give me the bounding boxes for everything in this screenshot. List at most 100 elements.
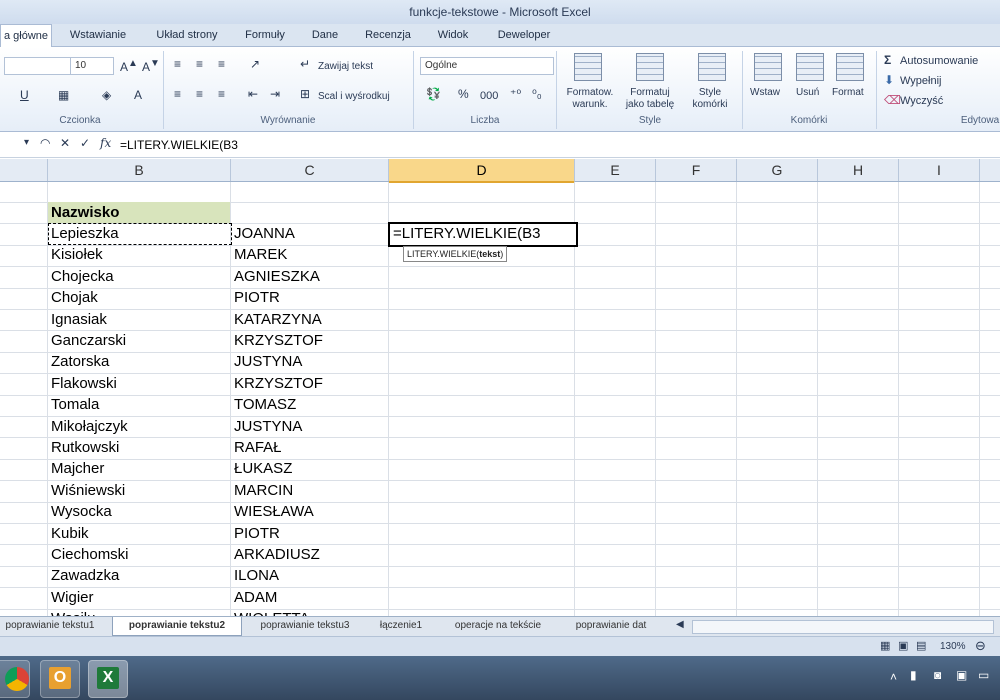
tab-developer[interactable]: Deweloper bbox=[488, 24, 560, 46]
cell-firstname[interactable]: TOMASZ bbox=[234, 394, 296, 415]
cell-firstname[interactable]: PIOTR bbox=[234, 287, 280, 308]
cell-surname[interactable]: Wiśniewski bbox=[51, 480, 125, 501]
scroll-left-icon[interactable]: ◀ bbox=[676, 619, 684, 630]
cell-styles-icon[interactable] bbox=[698, 53, 726, 81]
sheet-tab-3[interactable]: poprawianie tekstu3 bbox=[250, 617, 360, 635]
insert-cells-button[interactable]: Wstaw bbox=[750, 87, 780, 98]
currency-icon[interactable]: 💱 bbox=[426, 87, 441, 101]
cell-surname[interactable]: Ciechomski bbox=[51, 544, 129, 565]
thousands-button[interactable]: 000 bbox=[480, 90, 498, 102]
merge-center-button[interactable]: Scal i wyśrodkuj bbox=[318, 91, 390, 102]
column-header-e[interactable]: E bbox=[575, 159, 656, 181]
horizontal-scrollbar[interactable] bbox=[692, 620, 994, 634]
cell-surname[interactable]: Majcher bbox=[51, 458, 104, 479]
chrome-icon[interactable] bbox=[0, 660, 30, 698]
zoom-out-icon[interactable]: ⊖ bbox=[975, 638, 986, 654]
cell-surname[interactable]: Flakowski bbox=[51, 373, 117, 394]
column-header-b[interactable]: B bbox=[48, 159, 231, 181]
tab-insert[interactable]: Wstawianie bbox=[56, 24, 140, 46]
cell-surname[interactable]: Wysocka bbox=[51, 501, 112, 522]
number-format-combo[interactable]: Ogólne bbox=[420, 57, 554, 75]
format-table-icon[interactable] bbox=[636, 53, 664, 81]
fill-button[interactable]: Wypełnij bbox=[900, 75, 941, 87]
cell-firstname[interactable]: KRZYSZTOF bbox=[234, 373, 323, 394]
column-header-h[interactable]: H bbox=[818, 159, 899, 181]
cell-firstname[interactable]: ARKADIUSZ bbox=[234, 544, 320, 565]
cell-surname[interactable]: Kisiołek bbox=[51, 244, 103, 265]
page-break-view-icon[interactable]: ▤ bbox=[916, 639, 926, 652]
cell-firstname[interactable]: RAFAŁ bbox=[234, 437, 282, 458]
cell-surname[interactable]: Zatorska bbox=[51, 351, 109, 372]
sheet-tab-2[interactable]: poprawianie tekstu2 bbox=[112, 617, 242, 636]
align-center-icon[interactable]: ≡ bbox=[196, 87, 203, 101]
cell-surname[interactable]: Ganczarski bbox=[51, 330, 126, 351]
worksheet-grid[interactable]: Nazwisko Lepieszka JOANNA Kisiołek MAREK Cho… bbox=[0, 182, 1000, 616]
cell-firstname[interactable]: ŁUKASZ bbox=[234, 458, 292, 479]
conditional-format-icon[interactable] bbox=[574, 53, 602, 81]
clear-button[interactable]: Wyczyść bbox=[900, 95, 943, 107]
cell-firstname[interactable]: KATARZYNA bbox=[234, 309, 322, 330]
cell-surname[interactable]: Wasilu bbox=[51, 608, 95, 616]
delete-cells-icon[interactable] bbox=[796, 53, 824, 81]
row-header-corner[interactable] bbox=[0, 159, 48, 181]
cell-surname[interactable]: Rutkowski bbox=[51, 437, 119, 458]
tab-page-layout[interactable]: Układ strony bbox=[144, 24, 230, 46]
tray-network-icon[interactable]: ▮ bbox=[910, 668, 917, 682]
cell-surname[interactable]: Chojak bbox=[51, 287, 98, 308]
grow-font-icon[interactable]: A▲ bbox=[120, 58, 138, 74]
cell-firstname[interactable]: JOANNA bbox=[234, 223, 295, 244]
outlook-icon[interactable]: O bbox=[40, 660, 80, 698]
fill-icon[interactable]: ⬇ bbox=[884, 73, 894, 87]
formula-input[interactable]: =LITERY.WIELKIE(B3 bbox=[120, 133, 238, 157]
cell-surname[interactable]: Zawadzka bbox=[51, 565, 119, 586]
cell-firstname[interactable]: PIOTR bbox=[234, 523, 280, 544]
column-header-d[interactable]: D bbox=[389, 159, 575, 183]
cell-surname[interactable]: Wigier bbox=[51, 587, 94, 608]
header-cell-nazwisko[interactable]: Nazwisko bbox=[51, 202, 119, 223]
sheet-tab-5[interactable]: operacje na tekście bbox=[442, 617, 554, 635]
wrap-text-button[interactable]: Zawijaj tekst bbox=[318, 61, 373, 72]
font-size-combo[interactable]: 10 bbox=[70, 57, 114, 75]
orientation-icon[interactable]: ↗ bbox=[250, 57, 260, 71]
format-cells-button[interactable]: Format bbox=[832, 87, 864, 98]
cell-firstname[interactable]: JUSTYNA bbox=[234, 351, 302, 372]
cell-surname[interactable]: Mikołajczyk bbox=[51, 416, 128, 437]
cell-firstname[interactable]: MAREK bbox=[234, 244, 287, 265]
active-cell-d3[interactable]: =LITERY.WIELKIE(B3 bbox=[388, 222, 578, 247]
format-cells-icon[interactable] bbox=[836, 53, 864, 81]
cell-styles-button[interactable]: Style komórki bbox=[682, 87, 738, 111]
cell-firstname[interactable]: ILONA bbox=[234, 565, 279, 586]
cell-firstname[interactable]: ADAM bbox=[234, 587, 277, 608]
align-middle-icon[interactable]: ≡ bbox=[196, 57, 203, 71]
cell-surname[interactable]: Tomala bbox=[51, 394, 99, 415]
cancel-icon[interactable]: ✕ bbox=[60, 136, 70, 150]
cell-surname[interactable]: Chojecka bbox=[51, 266, 114, 287]
wrap-text-icon[interactable]: ↵ bbox=[300, 57, 310, 71]
cell-firstname[interactable]: AGNIESZKA bbox=[234, 266, 320, 287]
increase-decimal-icon[interactable]: ⁺⁰ bbox=[510, 87, 521, 101]
tab-home[interactable]: a główne bbox=[0, 24, 52, 48]
tab-view[interactable]: Widok bbox=[426, 24, 480, 46]
sheet-tab-1[interactable]: poprawianie tekstu1 bbox=[0, 617, 100, 635]
delete-cells-button[interactable]: Usuń bbox=[796, 87, 819, 98]
tab-review[interactable]: Recenzja bbox=[356, 24, 420, 46]
page-layout-view-icon[interactable]: ▣ bbox=[898, 639, 908, 652]
autosum-button[interactable]: Autosumowanie bbox=[900, 55, 978, 67]
clear-icon[interactable]: ⌫ bbox=[884, 93, 901, 107]
format-table-button[interactable]: Formatuj jako tabelę bbox=[620, 87, 680, 111]
align-left-icon[interactable]: ≡ bbox=[174, 87, 181, 101]
align-right-icon[interactable]: ≡ bbox=[218, 87, 225, 101]
merge-icon[interactable]: ⊞ bbox=[300, 87, 310, 101]
name-box-dropdown-icon[interactable]: ▾ bbox=[24, 137, 29, 148]
autosum-icon[interactable]: Σ bbox=[884, 53, 891, 67]
borders-icon[interactable]: ▦ bbox=[58, 88, 69, 102]
fill-color-icon[interactable]: ◈ bbox=[102, 88, 111, 102]
underline-icon[interactable]: U bbox=[20, 88, 29, 102]
insert-cells-icon[interactable] bbox=[754, 53, 782, 81]
percent-button[interactable]: % bbox=[458, 87, 469, 101]
decrease-decimal-icon[interactable]: ⁰₀ bbox=[532, 87, 542, 101]
tray-lock-icon[interactable]: ▣ bbox=[956, 668, 967, 682]
font-color-icon[interactable]: A bbox=[134, 88, 142, 102]
enter-icon[interactable]: ✓ bbox=[80, 136, 90, 150]
shrink-font-icon[interactable]: A▼ bbox=[142, 58, 160, 74]
